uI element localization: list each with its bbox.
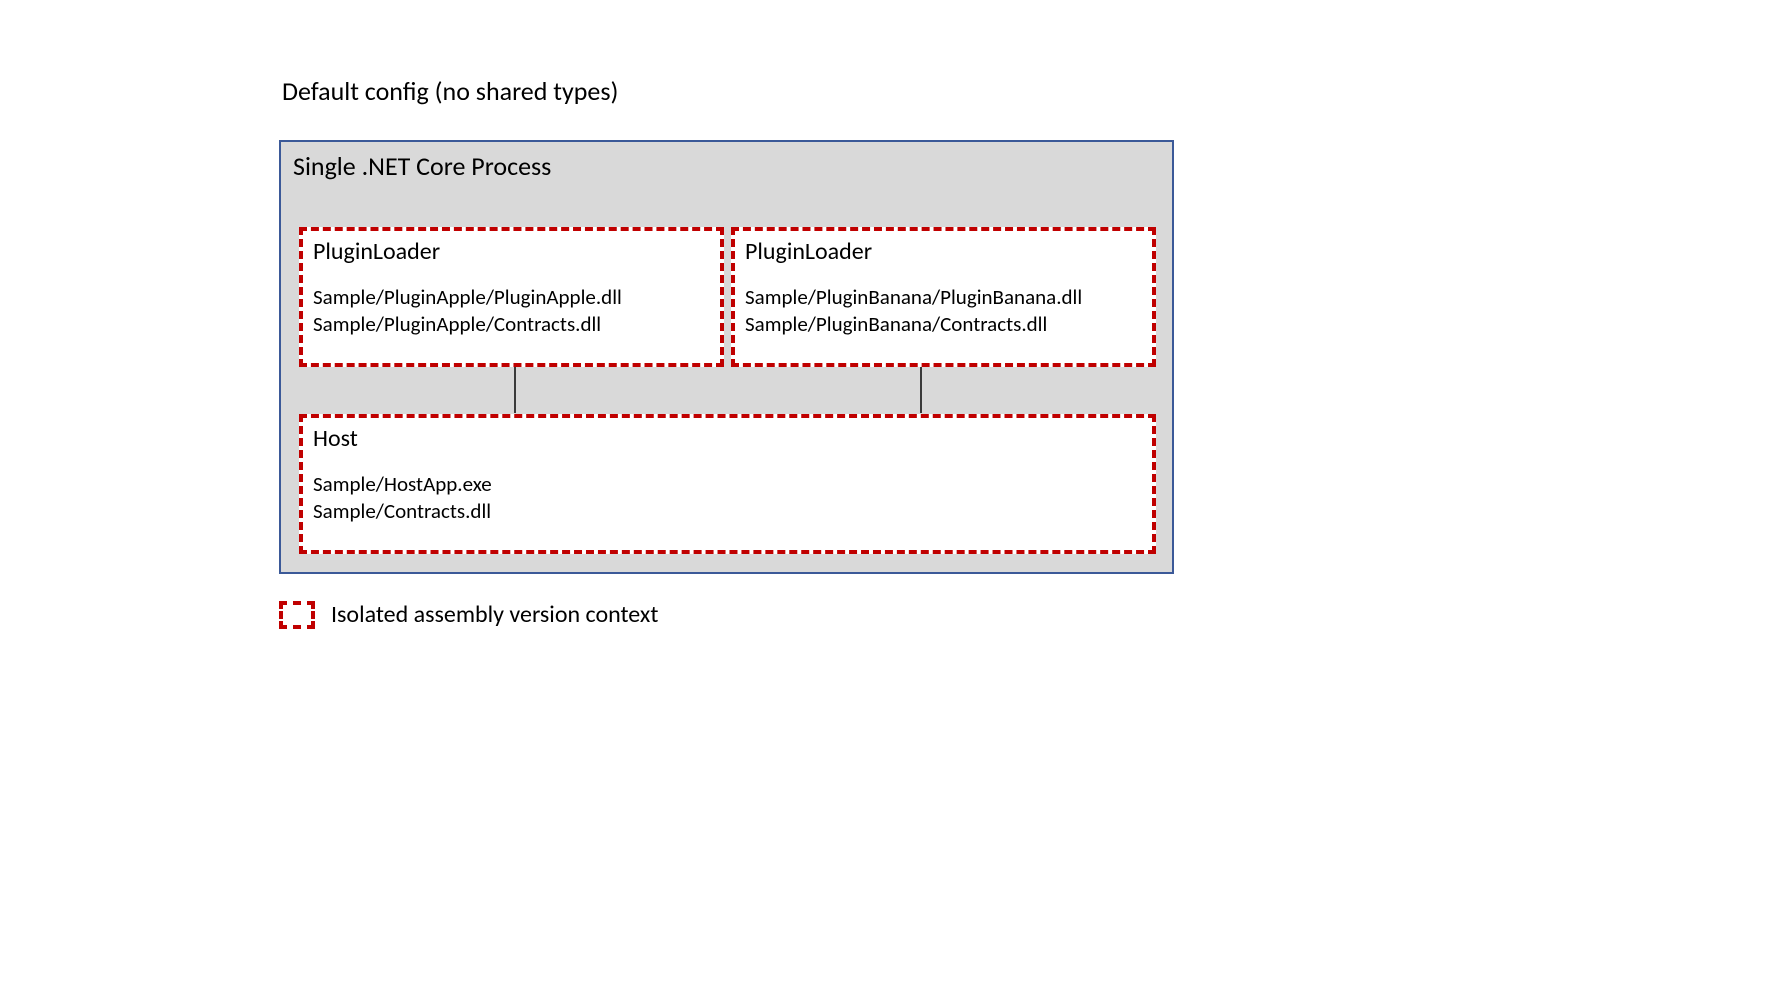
diagram-title: Default config (no shared types) bbox=[282, 75, 618, 107]
plugin-loader-apple-title: PluginLoader bbox=[303, 231, 720, 266]
host-box: Host Sample/HostApp.exe Sample/Contracts… bbox=[299, 414, 1156, 554]
plugin-apple-contracts-line: Sample/PluginApple/Contracts.dll bbox=[313, 311, 710, 338]
plugin-apple-dll-line: Sample/PluginApple/PluginApple.dll bbox=[313, 284, 710, 311]
connector-banana-to-host bbox=[920, 367, 922, 413]
plugin-banana-dll-line: Sample/PluginBanana/PluginBanana.dll bbox=[745, 284, 1142, 311]
plugin-loader-banana-title: PluginLoader bbox=[735, 231, 1152, 266]
plugin-loader-apple-content: Sample/PluginApple/PluginApple.dll Sampl… bbox=[303, 266, 720, 339]
plugin-loader-banana-content: Sample/PluginBanana/PluginBanana.dll Sam… bbox=[735, 266, 1152, 339]
process-title: Single .NET Core Process bbox=[293, 150, 551, 182]
host-title: Host bbox=[303, 418, 1152, 453]
legend-label: Isolated assembly version context bbox=[331, 600, 658, 629]
legend: Isolated assembly version context bbox=[279, 600, 658, 629]
legend-swatch-icon bbox=[279, 601, 315, 629]
host-content: Sample/HostApp.exe Sample/Contracts.dll bbox=[303, 453, 1152, 526]
connector-apple-to-host bbox=[514, 367, 516, 413]
host-exe-line: Sample/HostApp.exe bbox=[313, 471, 1142, 498]
plugin-loader-apple-box: PluginLoader Sample/PluginApple/PluginAp… bbox=[299, 227, 724, 367]
plugin-loader-banana-box: PluginLoader Sample/PluginBanana/PluginB… bbox=[731, 227, 1156, 367]
process-box: Single .NET Core Process PluginLoader Sa… bbox=[279, 140, 1174, 574]
plugin-banana-contracts-line: Sample/PluginBanana/Contracts.dll bbox=[745, 311, 1142, 338]
host-contracts-line: Sample/Contracts.dll bbox=[313, 498, 1142, 525]
